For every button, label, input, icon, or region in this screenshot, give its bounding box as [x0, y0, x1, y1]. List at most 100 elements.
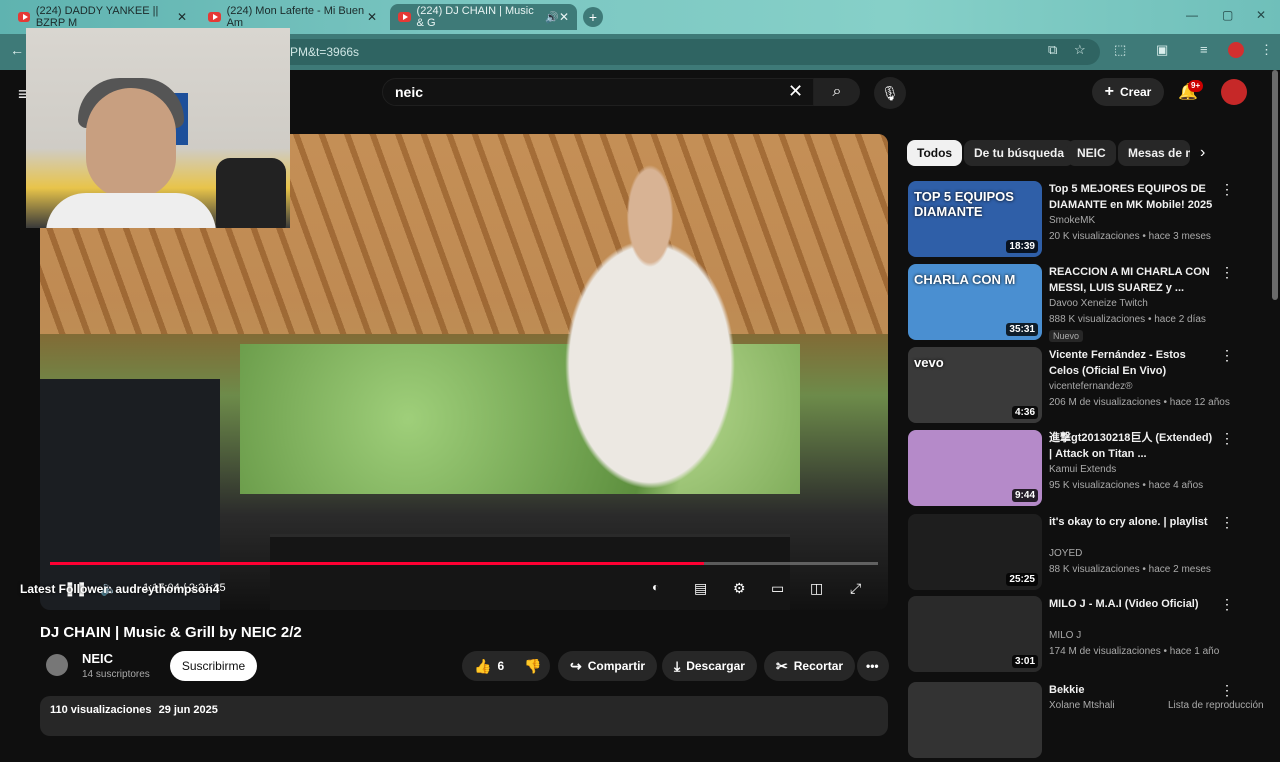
- maximize-icon[interactable]: ▢: [1222, 8, 1233, 22]
- video-frame-mixer: [270, 534, 790, 610]
- extensions-icon[interactable]: ⬚: [1114, 42, 1126, 58]
- voice-search-button[interactable]: 🎙: [874, 77, 906, 109]
- video-thumbnail[interactable]: 25:25: [908, 514, 1042, 590]
- video-thumbnail[interactable]: 3:01: [908, 596, 1042, 672]
- browser-tab[interactable]: (224) Mon Laferte - Mi Buen Am ✕: [200, 4, 385, 30]
- recommendation-channel[interactable]: MILO J: [1049, 630, 1081, 641]
- recommendation-title[interactable]: MILO J - M.A.I (Video Oficial): [1049, 596, 1215, 612]
- like-count: 6: [497, 659, 505, 673]
- youtube-favicon-icon: [208, 12, 221, 22]
- video-thumbnail[interactable]: vevo 4:36: [908, 347, 1042, 423]
- more-vertical-icon[interactable]: ⋮: [1220, 181, 1234, 198]
- chip-mesas[interactable]: Mesas de m: [1118, 140, 1190, 166]
- recommendation-item[interactable]: 25:25 it's okay to cry alone. | playlist J…: [908, 514, 1238, 594]
- download-icon: ⤓: [674, 657, 681, 674]
- more-vertical-icon[interactable]: ⋮: [1220, 430, 1234, 447]
- notification-count-badge: 9+: [1188, 80, 1204, 92]
- scrollbar[interactable]: [1272, 70, 1278, 300]
- recommendation-channel[interactable]: JOYED: [1049, 548, 1082, 559]
- recommendation-channel[interactable]: vicentefernandez®: [1049, 381, 1133, 392]
- webcam-overlay: [26, 28, 290, 228]
- chip-neic[interactable]: NEIC: [1067, 140, 1116, 166]
- recommendation-meta: 20 K visualizaciones • hace 3 meses: [1049, 231, 1211, 242]
- video-thumbnail[interactable]: 9:44: [908, 430, 1042, 506]
- search-input[interactable]: neic: [382, 78, 814, 106]
- video-thumbnail[interactable]: [908, 682, 1042, 758]
- more-vertical-icon[interactable]: ⋮: [1220, 264, 1234, 281]
- chip-todos[interactable]: Todos: [907, 140, 963, 166]
- minimize-icon[interactable]: —: [1186, 8, 1198, 22]
- clip-button[interactable]: ✂ Recortar: [764, 651, 856, 681]
- recommendation-item[interactable]: 3:01 MILO J - M.A.I (Video Oficial) MILO J…: [908, 596, 1238, 676]
- share-label: Compartir: [587, 659, 646, 673]
- recommendation-channel[interactable]: SmokeMK: [1049, 215, 1095, 226]
- more-vertical-icon[interactable]: ⋮: [1220, 514, 1234, 531]
- download-button[interactable]: ⤓ Descargar: [662, 651, 757, 681]
- description-box[interactable]: [40, 696, 888, 736]
- recommendation-item[interactable]: TOP 5 EQUIPOS DIAMANTE 18:39 Top 5 MEJORES…: [908, 181, 1238, 261]
- bookmark-star-icon[interactable]: ☆: [1074, 42, 1086, 58]
- close-window-icon[interactable]: ✕: [1256, 8, 1266, 22]
- more-vertical-icon[interactable]: ⋮: [1220, 347, 1234, 364]
- chip-de-tu-busqueda[interactable]: De tu búsqueda: [964, 140, 1075, 166]
- share-button[interactable]: ↪ Compartir: [558, 651, 658, 681]
- cast-icon[interactable]: ◫: [810, 580, 823, 597]
- recommendation-channel[interactable]: Xolane Mtshali: [1049, 700, 1115, 711]
- progress-bar[interactable]: [50, 562, 878, 565]
- recommendation-title[interactable]: REACCION A MI CHARLA CON MESSI, LUIS SUA…: [1049, 264, 1215, 296]
- recommendation-meta: 206 M de visualizaciones • hace 12 años: [1049, 397, 1230, 408]
- video-thumbnail[interactable]: TOP 5 EQUIPOS DIAMANTE 18:39: [908, 181, 1042, 257]
- webcam-face: [86, 88, 176, 198]
- browser-profile-avatar[interactable]: [1228, 42, 1244, 58]
- recommendation-item[interactable]: Bekkie Xolane Mtshali Lista de reproducció…: [908, 682, 1264, 762]
- recommendation-channel[interactable]: Davoo Xeneize Twitch: [1049, 298, 1148, 309]
- youtube-account-avatar[interactable]: [1221, 79, 1247, 105]
- subtitles-icon[interactable]: ▤: [694, 580, 707, 597]
- recommendation-channel[interactable]: Kamui Extends: [1049, 464, 1116, 475]
- install-app-icon[interactable]: ⧉: [1048, 42, 1057, 58]
- more-vertical-icon[interactable]: ⋮: [1220, 596, 1234, 613]
- back-arrow-icon[interactable]: ←: [10, 42, 24, 58]
- thumbs-up-icon[interactable]: 👍: [474, 658, 491, 675]
- new-tab-button[interactable]: +: [583, 7, 603, 27]
- fullscreen-icon[interactable]: ⤢: [850, 580, 861, 597]
- video-title: DJ CHAIN | Music & Grill by NEIC 2/2: [40, 624, 302, 641]
- side-panel-icon[interactable]: ▣: [1156, 42, 1168, 58]
- recommendation-item[interactable]: CHARLA CON M 35:31 REACCION A MI CHARLA CO…: [908, 264, 1238, 344]
- close-tab-icon[interactable]: ✕: [177, 10, 187, 24]
- thumbs-down-icon[interactable]: 👎: [524, 658, 541, 675]
- clear-search-icon[interactable]: ✕: [788, 81, 803, 102]
- close-tab-icon[interactable]: ✕: [559, 10, 569, 24]
- webcam-shirt: [46, 193, 216, 228]
- thumbnail-text: TOP 5 EQUIPOS DIAMANTE: [914, 189, 1014, 219]
- recommendation-title[interactable]: Vicente Fernández - Estos Celos (Oficial…: [1049, 347, 1215, 379]
- recommendation-item[interactable]: vevo 4:36 Vicente Fernández - Estos Celos …: [908, 347, 1238, 427]
- thumbnail-text: vevo: [914, 355, 944, 370]
- recommendation-title[interactable]: Top 5 MEJORES EQUIPOS DE DIAMANTE en MK …: [1049, 181, 1215, 213]
- share-arrow-icon: ↪: [570, 657, 582, 674]
- browser-menu-icon[interactable]: ⋮: [1260, 42, 1273, 58]
- recommendation-item[interactable]: 9:44 進撃gt20130218巨人 (Extended) | Attack o…: [908, 430, 1238, 510]
- search-button[interactable]: ⌕: [814, 78, 860, 106]
- audio-playing-icon[interactable]: 🔊: [545, 11, 559, 24]
- more-vertical-icon[interactable]: ⋮: [1220, 682, 1234, 699]
- video-thumbnail[interactable]: CHARLA CON M 35:31: [908, 264, 1042, 340]
- close-tab-icon[interactable]: ✕: [367, 10, 377, 24]
- theater-mode-icon[interactable]: ▭: [771, 580, 784, 597]
- browser-tab-active[interactable]: (224) DJ CHAIN | Music & G 🔊 ✕: [390, 4, 577, 30]
- create-button[interactable]: + Crear: [1092, 78, 1164, 106]
- channel-avatar[interactable]: [46, 654, 68, 676]
- like-dislike-group: 👍 6 👎: [462, 651, 550, 681]
- browser-tab[interactable]: (224) DADDY YANKEE || BZRP M ✕: [10, 4, 195, 30]
- more-actions-button[interactable]: •••: [857, 651, 889, 681]
- autoplay-toggle[interactable]: ◐: [652, 580, 659, 594]
- chevron-right-icon[interactable]: ›: [1200, 144, 1205, 162]
- recommendation-title[interactable]: 進撃gt20130218巨人 (Extended) | Attack on Ti…: [1049, 430, 1215, 462]
- channel-name[interactable]: NEIC: [82, 651, 113, 666]
- settings-gear-icon[interactable]: ⚙: [733, 580, 746, 597]
- media-controls-icon[interactable]: ≡: [1200, 42, 1208, 57]
- recommendation-title[interactable]: Bekkie: [1049, 682, 1215, 698]
- subscribe-button[interactable]: Suscribirme: [170, 651, 257, 681]
- recommendation-title[interactable]: it's okay to cry alone. | playlist: [1049, 514, 1215, 530]
- recommendation-meta: Lista de reproducción: [1168, 700, 1264, 711]
